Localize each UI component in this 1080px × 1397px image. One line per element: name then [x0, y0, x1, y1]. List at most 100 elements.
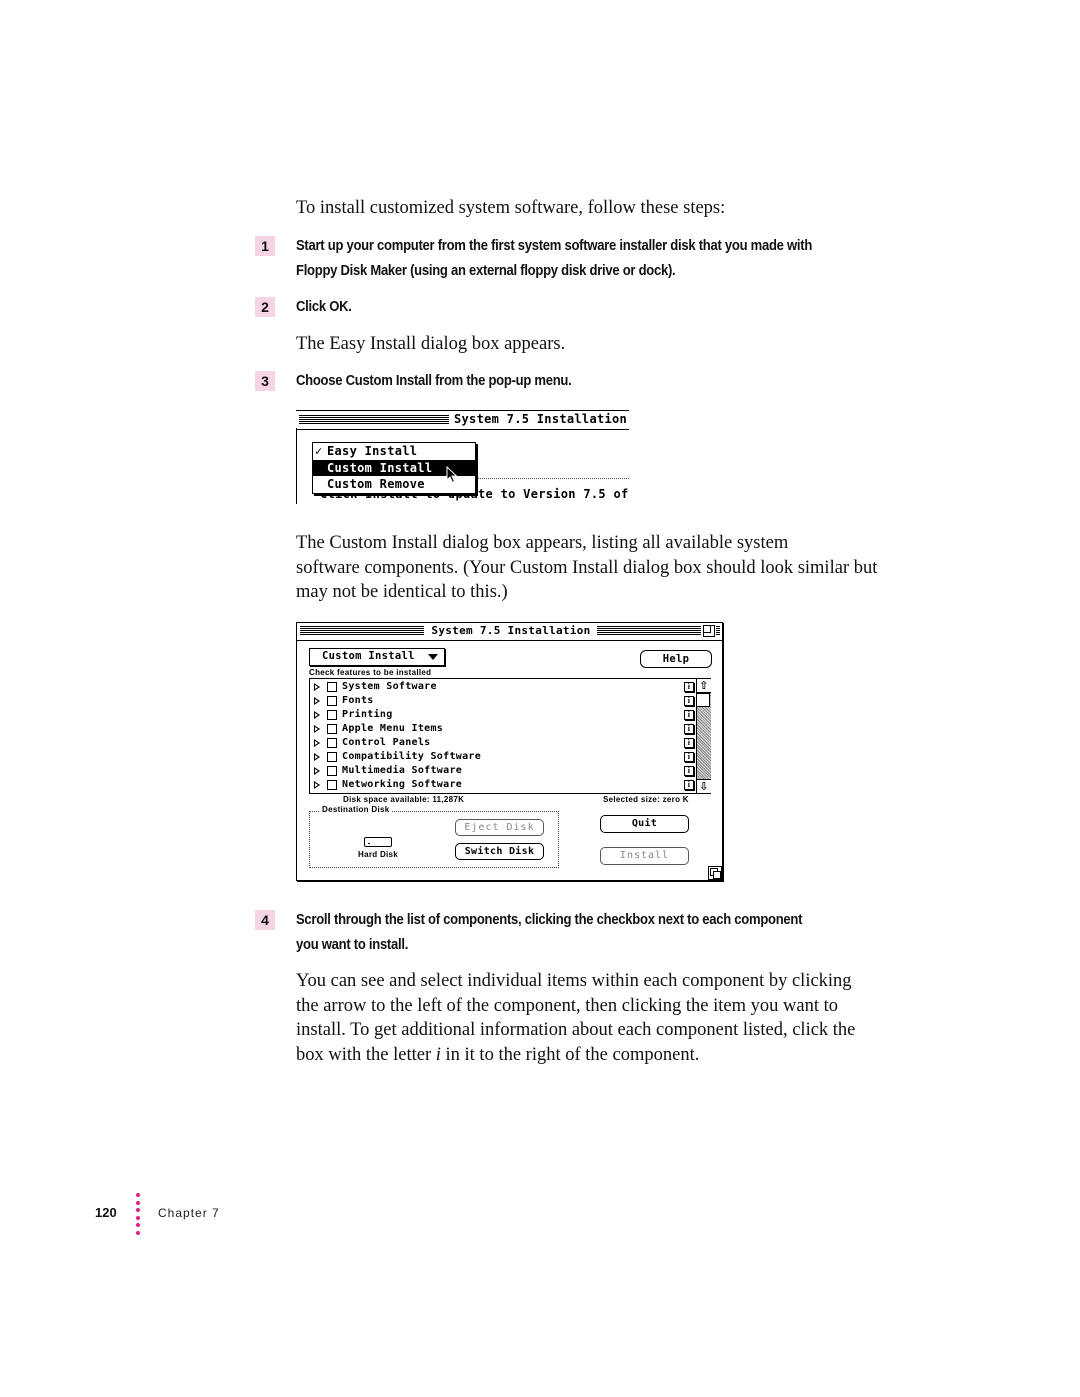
title-bar-stripes [716, 626, 720, 636]
easy-install-appears-text: The Easy Install dialog box appears. [296, 334, 566, 354]
title-bar-stripes [300, 626, 424, 636]
intro-text: To install customized system software, f… [296, 198, 726, 218]
scroll-down-arrow-icon[interactable]: ⇩ [697, 779, 711, 793]
component-label[interactable]: Apple Menu Items [342, 722, 443, 736]
list-item: Control Panels i [310, 736, 696, 750]
disclosure-triangle-icon[interactable] [314, 697, 320, 705]
disclosure-triangle-icon[interactable] [314, 753, 320, 761]
step-2-text: Click OK. [296, 299, 352, 315]
info-icon[interactable]: i [684, 780, 694, 790]
disclosure-triangle-icon[interactable] [314, 683, 320, 691]
popup-menu-screenshot: System 7.5 Installation Click Install to… [296, 410, 629, 504]
window-title-bar[interactable]: System 7.5 Installation [297, 623, 722, 641]
step-1-line-2: Floppy Disk Maker (using an external flo… [296, 262, 676, 279]
disclosure-triangle-icon[interactable] [314, 781, 320, 789]
list-item: Printing i [310, 708, 696, 722]
info-icon[interactable]: i [684, 766, 694, 776]
title-bar-stripes [299, 415, 449, 425]
step-number-2: 2 [255, 297, 275, 317]
component-checkbox[interactable] [327, 738, 337, 748]
window-left-border [296, 428, 297, 504]
component-label[interactable]: Multimedia Software [342, 764, 462, 778]
eject-disk-button[interactable]: Eject Disk [455, 819, 544, 836]
menu-item-label: Custom Remove [327, 477, 425, 491]
install-mode-popup[interactable]: Custom Install [309, 648, 445, 666]
vertical-scrollbar[interactable]: ⇧ ⇩ [696, 679, 711, 793]
window-title: System 7.5 Installation [431, 624, 591, 637]
step-1-line-1: Start up your computer from the first sy… [296, 238, 813, 254]
quit-button[interactable]: Quit [600, 815, 689, 833]
component-label[interactable]: Printing [342, 708, 393, 722]
disclosure-triangle-icon[interactable] [314, 711, 320, 719]
list-item: Fonts i [310, 694, 696, 708]
checkmark-icon: ✓ [315, 444, 323, 458]
zoom-box-icon[interactable] [703, 625, 715, 637]
disclosure-triangle-icon[interactable] [314, 739, 320, 747]
info-icon[interactable]: i [684, 696, 694, 706]
help-button[interactable]: Help [640, 650, 712, 668]
paragraph-line: You can see and select individual items … [296, 971, 852, 991]
paragraph-line: install. To get additional information a… [296, 1020, 856, 1040]
window-title-bar: System 7.5 Installation [296, 410, 629, 430]
component-label[interactable]: Compatibility Software [342, 750, 481, 764]
step-4-text: Scroll through the list of components, c… [296, 908, 802, 957]
mouse-pointer-icon [446, 466, 458, 484]
check-features-hint: Check features to be installed [309, 668, 432, 677]
step-number-1: 1 [255, 236, 275, 256]
custom-install-description: The Custom Install dialog box appears, l… [296, 531, 877, 605]
switch-disk-button[interactable]: Switch Disk [455, 843, 544, 860]
paragraph-line: The Custom Install dialog box appears, l… [296, 533, 789, 553]
chapter-label: Chapter 7 [158, 1206, 220, 1220]
scroll-up-arrow-icon[interactable]: ⇧ [697, 679, 711, 693]
component-checkbox[interactable] [327, 696, 337, 706]
list-item: Compatibility Software i [310, 750, 696, 764]
dropdown-arrow-icon [428, 654, 438, 660]
component-checkbox[interactable] [327, 724, 337, 734]
text-fragment: box with the letter [296, 1044, 436, 1065]
destination-disk-label: Destination Disk [320, 805, 392, 814]
install-button[interactable]: Install [600, 847, 689, 865]
selected-size: Selected size: zero K [603, 795, 689, 804]
resize-box-icon[interactable] [708, 866, 722, 880]
info-icon[interactable]: i [684, 738, 694, 748]
list-item: Multimedia Software i [310, 764, 696, 778]
component-label[interactable]: System Software [342, 680, 437, 694]
disclosure-triangle-icon[interactable] [314, 725, 320, 733]
step-4-line-1: Scroll through the list of components, c… [296, 912, 803, 928]
disclosure-triangle-icon[interactable] [314, 767, 320, 775]
menu-item-label: Easy Install [327, 444, 418, 458]
hard-disk-icon [364, 837, 392, 847]
component-label[interactable]: Fonts [342, 694, 374, 708]
info-icon[interactable]: i [684, 752, 694, 762]
info-icon[interactable]: i [684, 682, 694, 692]
component-label[interactable]: Control Panels [342, 736, 431, 750]
step-number-4: 4 [255, 910, 275, 930]
scroll-thumb[interactable] [697, 693, 710, 707]
footer-dotted-separator [136, 1193, 140, 1238]
component-checkbox[interactable] [327, 682, 337, 692]
step-number-3: 3 [255, 371, 275, 391]
disk-name: Hard Disk [358, 850, 399, 859]
page-number: 120 [95, 1205, 117, 1220]
step-1-text: Start up your computer from the first sy… [296, 234, 812, 283]
component-checkbox[interactable] [327, 766, 337, 776]
component-label[interactable]: Networking Software [342, 778, 462, 792]
disk-space-available: Disk space available: 11,287K [343, 795, 465, 804]
window-title: System 7.5 Installation [454, 412, 628, 426]
component-checkbox[interactable] [327, 752, 337, 762]
menu-item-easy-install[interactable]: ✓ Easy Install [313, 443, 475, 460]
list-item: System Software i [310, 680, 696, 694]
step-4-line-2: you want to install. [296, 936, 409, 953]
info-icon[interactable]: i [684, 710, 694, 720]
title-bar-stripes [597, 626, 701, 636]
component-checkbox[interactable] [327, 780, 337, 790]
list-item: Networking Software i [310, 778, 696, 792]
component-checkbox[interactable] [327, 710, 337, 720]
install-mode-value: Custom Install [322, 650, 415, 662]
paragraph-line: software components. (Your Custom Instal… [296, 557, 878, 578]
components-list: System Software i Fonts i Printing i App… [309, 678, 711, 794]
info-icon[interactable]: i [684, 724, 694, 734]
paragraph-line: box with the letter i in it to the right… [296, 1043, 855, 1068]
dotted-divider [474, 478, 629, 479]
text-fragment: in it to the right of the component. [440, 1044, 700, 1065]
